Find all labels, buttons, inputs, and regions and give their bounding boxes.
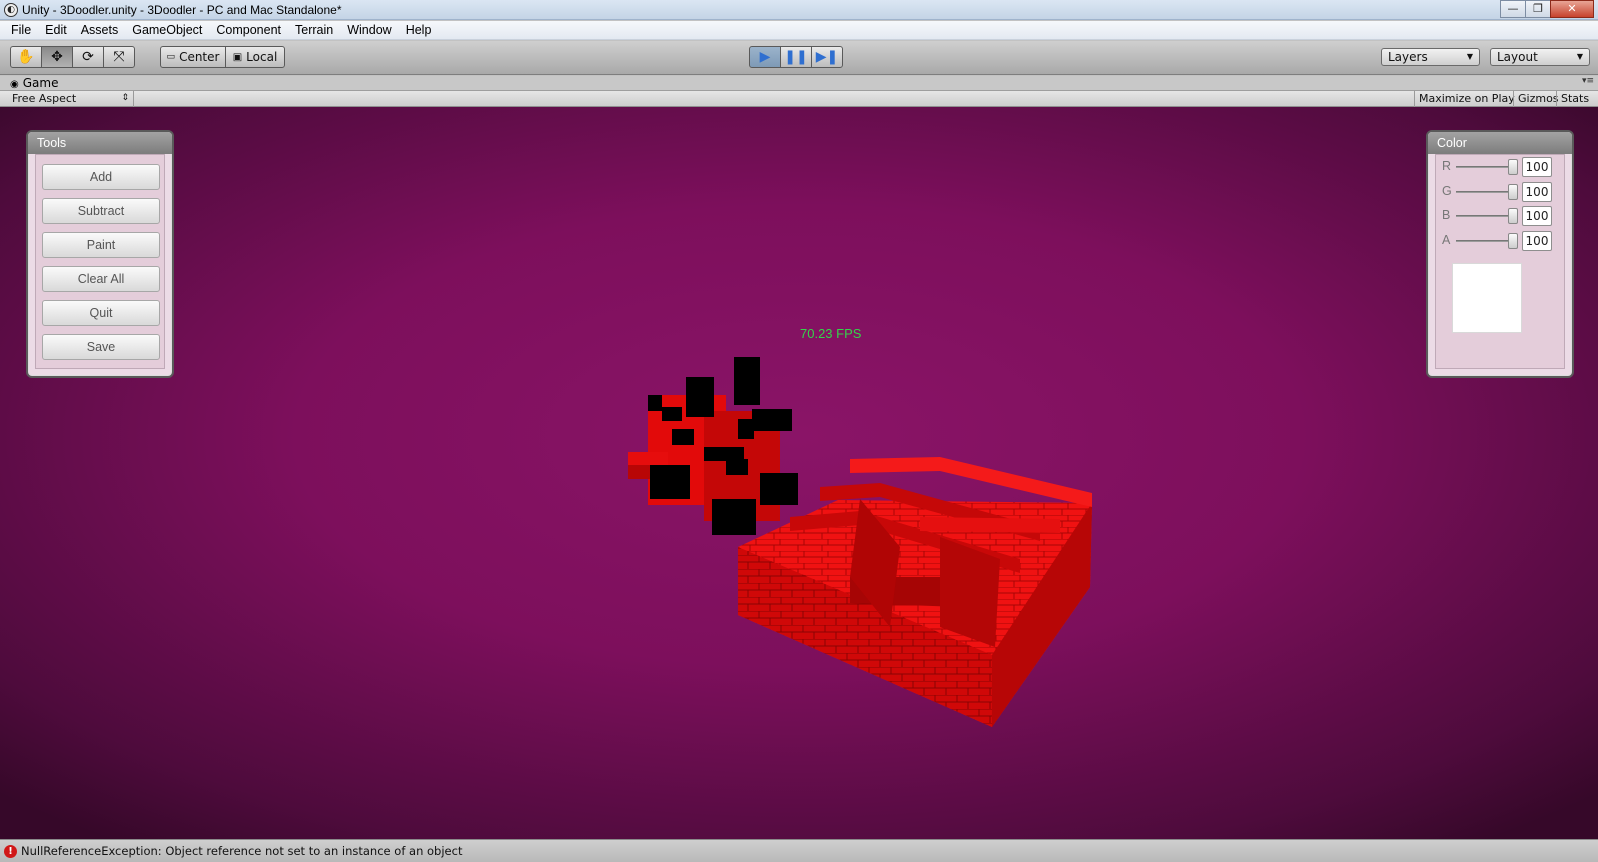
layout-dropdown[interactable]: Layout ▼ [1490, 48, 1590, 66]
pivot-center-label: Center [179, 50, 220, 64]
pivot-center-icon: ▭ [166, 52, 176, 62]
window-title-bar: ◐ Unity - 3Doodler.unity - 3Doodler - PC… [0, 0, 1598, 20]
red-slider-thumb[interactable] [1508, 159, 1518, 175]
pivot-local-button[interactable]: ▣ Local [225, 46, 285, 68]
updown-arrow-icon: ⇕ [121, 93, 129, 103]
color-panel-title: Color [1428, 132, 1572, 154]
aspect-dropdown[interactable]: Free Aspect ⇕ [6, 91, 134, 107]
unity-logo-icon: ◐ [4, 2, 18, 17]
red-value-field[interactable]: 100 [1522, 157, 1552, 177]
tools-panel-title: Tools [28, 132, 172, 154]
menu-edit[interactable]: Edit [38, 23, 74, 37]
alpha-label: A [1442, 233, 1451, 247]
tab-menu-icon[interactable]: ▾≡ [1582, 76, 1594, 86]
red-channel-row: R 100 [1442, 157, 1568, 177]
subtract-button[interactable]: Subtract [42, 198, 160, 224]
menu-help[interactable]: Help [399, 23, 439, 37]
green-value-field[interactable]: 100 [1522, 182, 1552, 202]
alpha-slider[interactable] [1456, 240, 1516, 242]
console-status-bar[interactable]: ! NullReferenceException: Object referen… [0, 839, 1598, 862]
chevron-down-icon: ▼ [1466, 52, 1473, 61]
save-button[interactable]: Save [42, 334, 160, 360]
add-button[interactable]: Add [42, 164, 160, 190]
pivot-center-button[interactable]: ▭ Center [160, 46, 226, 68]
cube-icon: ▣ [232, 51, 243, 63]
green-label: G [1442, 184, 1452, 198]
quit-button[interactable]: Quit [42, 300, 160, 326]
pivot-local-label: Local [246, 50, 278, 64]
playback-controls: ▶ ❚❚ ▶❚ [749, 46, 843, 68]
pause-icon: ❚❚ [784, 49, 808, 65]
alpha-value-field[interactable]: 100 [1522, 231, 1552, 251]
chevron-down-icon: ▼ [1576, 52, 1583, 61]
restore-button[interactable]: ❐ [1525, 0, 1551, 18]
green-slider[interactable] [1456, 191, 1516, 193]
alpha-slider-thumb[interactable] [1508, 233, 1518, 249]
step-icon: ▶❚ [815, 49, 839, 65]
tab-game[interactable]: ◉ Game [6, 76, 58, 91]
voxel-character [628, 357, 798, 535]
menu-terrain[interactable]: Terrain [288, 23, 340, 37]
layers-dropdown[interactable]: Layers ▼ [1381, 48, 1480, 66]
game-tab-label: Game [22, 76, 59, 90]
minimize-button[interactable]: — [1500, 0, 1526, 18]
menu-gameobject[interactable]: GameObject [125, 23, 209, 37]
menu-window[interactable]: Window [340, 23, 398, 37]
menu-bar: File Edit Assets GameObject Component Te… [0, 21, 1598, 40]
menu-file[interactable]: File [4, 23, 38, 37]
transform-tools: ✋ ✥ ⟳ ⤧ [10, 46, 135, 68]
hand-tool-button[interactable]: ✋ [10, 46, 42, 68]
green-channel-row: G 100 [1442, 182, 1568, 202]
blue-slider-thumb[interactable] [1508, 208, 1518, 224]
game-tab-bar: ◉ Game ▾≡ [0, 76, 1598, 91]
play-icon: ▶ [759, 49, 771, 65]
pause-button[interactable]: ❚❚ [780, 46, 812, 68]
blue-label: B [1442, 208, 1451, 222]
fps-counter: 70.23 FPS [800, 326, 862, 341]
scale-icon: ⤧ [113, 49, 125, 65]
blue-slider[interactable] [1456, 215, 1516, 217]
menu-component[interactable]: Component [209, 23, 288, 37]
red-label: R [1442, 159, 1452, 173]
aspect-label: Free Aspect [12, 92, 77, 105]
game-camera-icon: ◉ [10, 79, 19, 90]
tools-panel-body: Add Subtract Paint Clear All Quit Save [35, 154, 165, 369]
voxel-scene [628, 357, 1092, 727]
tools-panel: Tools Add Subtract Paint Clear All Quit … [26, 130, 174, 378]
game-view-options: Free Aspect ⇕ Maximize on Play Gizmos St… [0, 91, 1598, 107]
status-message: NullReferenceException: Object reference… [21, 844, 463, 858]
layers-label: Layers [1388, 50, 1428, 64]
color-preview-swatch [1452, 263, 1522, 333]
hand-icon: ✋ [17, 49, 35, 65]
window-controls: — ❐ ✕ [1500, 0, 1594, 18]
move-tool-button[interactable]: ✥ [41, 46, 73, 68]
rotate-tool-button[interactable]: ⟳ [72, 46, 104, 68]
blue-channel-row: B 100 [1442, 206, 1568, 226]
move-arrows-icon: ✥ [51, 49, 63, 65]
game-viewport[interactable]: 70.23 FPS Tools Add Subtract Paint Clear… [0, 107, 1598, 839]
paint-button[interactable]: Paint [42, 232, 160, 258]
color-panel: Color R 100 G 100 B 100 A 100 [1426, 130, 1574, 378]
green-slider-thumb[interactable] [1508, 184, 1518, 200]
layout-label: Layout [1497, 50, 1538, 64]
error-icon: ! [4, 844, 17, 858]
scale-tool-button[interactable]: ⤧ [103, 46, 135, 68]
clear-all-button[interactable]: Clear All [42, 266, 160, 292]
menu-assets[interactable]: Assets [74, 23, 126, 37]
close-button[interactable]: ✕ [1550, 0, 1594, 18]
red-slider[interactable] [1456, 166, 1516, 168]
main-toolbar: ✋ ✥ ⟳ ⤧ ▭ Center ▣ Local ▶ ❚❚ ▶❚ Layers ▼ … [0, 41, 1598, 75]
step-button[interactable]: ▶❚ [811, 46, 843, 68]
maximize-on-play-toggle[interactable]: Maximize on Play [1414, 91, 1519, 107]
pivot-tools: ▭ Center ▣ Local [160, 46, 285, 68]
play-button[interactable]: ▶ [749, 46, 781, 68]
stats-toggle[interactable]: Stats [1556, 91, 1593, 107]
rotate-icon: ⟳ [82, 49, 94, 65]
blue-value-field[interactable]: 100 [1522, 206, 1552, 226]
color-panel-body: R 100 G 100 B 100 A 100 [1435, 154, 1565, 369]
window-title: Unity - 3Doodler.unity - 3Doodler - PC a… [22, 2, 342, 17]
alpha-channel-row: A 100 [1442, 231, 1568, 251]
